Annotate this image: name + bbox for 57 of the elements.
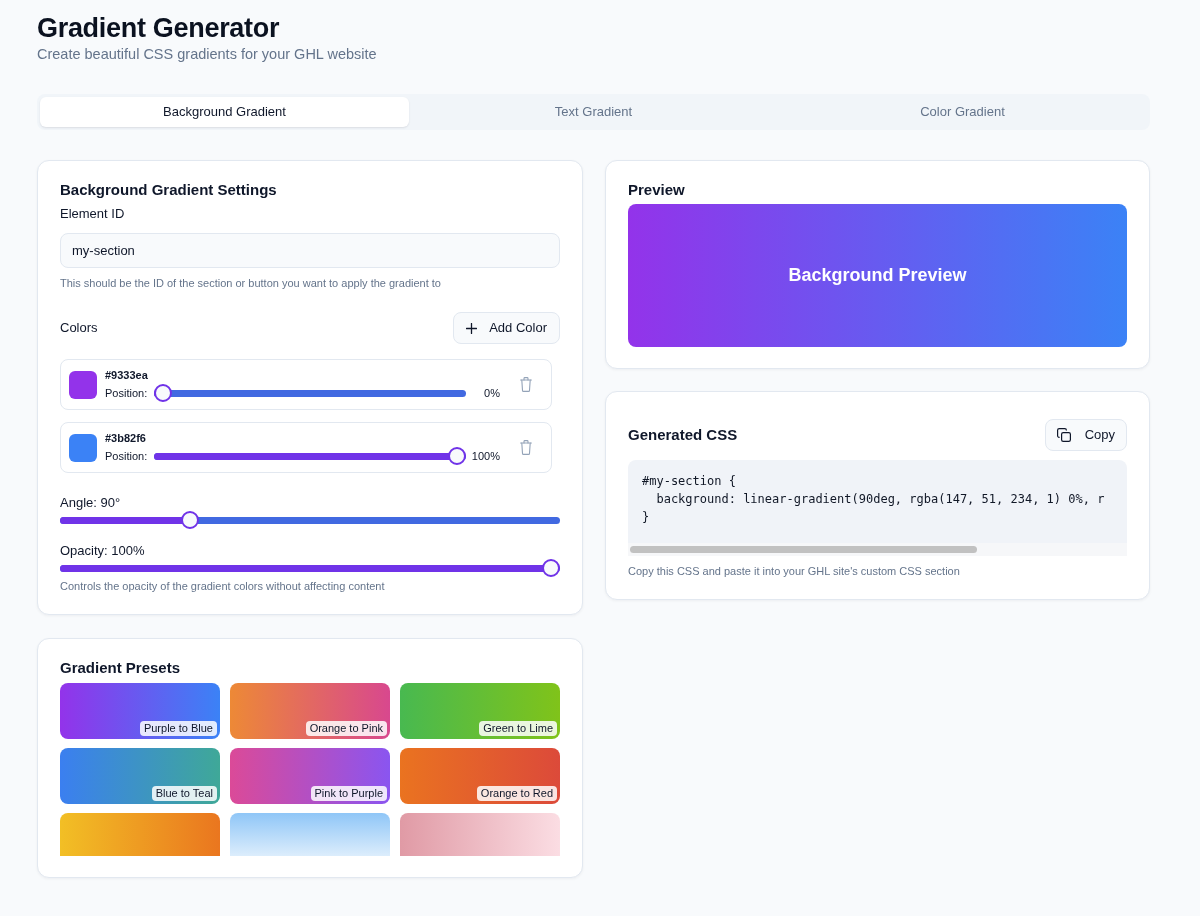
preset-tile[interactable]: Orange to Pink: [230, 683, 390, 739]
angle-slider[interactable]: [60, 511, 560, 529]
preset-tile[interactable]: Pink to Purple: [230, 748, 390, 804]
copy-button[interactable]: Copy: [1044, 419, 1127, 451]
position-slider[interactable]: [154, 446, 466, 465]
preset-tile[interactable]: Green to Lime: [400, 683, 560, 739]
page-subtitle: Create beautiful CSS gradients for your GHL website: [37, 45, 378, 63]
preset-name: Orange to Red: [476, 786, 557, 801]
slider-thumb[interactable]: [180, 511, 199, 529]
card-title: Generated CSS: [628, 426, 738, 444]
tab[interactable]: Text Gradient: [409, 97, 778, 127]
preset-name: Green to Lime: [479, 721, 557, 736]
element-id-input[interactable]: my-section: [60, 233, 560, 268]
horizontal-scrollbar[interactable]: [628, 543, 1127, 556]
slider-thumb[interactable]: [447, 446, 466, 465]
help-text: This should be the ID of the section or button you want to apply the gradient to: [60, 276, 442, 290]
position-label: Position:: [105, 448, 148, 463]
color-swatch-icon[interactable]: [69, 370, 97, 399]
preset-name: Blue to Teal: [151, 786, 217, 801]
add-color-button[interactable]: Add Color: [453, 312, 560, 344]
field-label: Element ID: [60, 205, 126, 223]
position-label: Position:: [105, 385, 148, 400]
color-swatch-icon[interactable]: [69, 433, 97, 462]
position-value: 0%: [483, 385, 500, 400]
opacity-slider[interactable]: [60, 559, 560, 577]
preset-name: Orange to Pink: [305, 721, 387, 736]
css-code: #my-section { background: linear-gradient(90deg, rgba(147, 51, 234, 1) 0%, r }: [628, 460, 1127, 543]
help-text: Controls the opacity of the gradient colors without affecting content: [60, 579, 386, 593]
colors-label: Colors: [60, 319, 98, 338]
card-title: Gradient Presets: [60, 659, 182, 677]
card-title: Preview: [628, 181, 686, 199]
position-value: 100%: [471, 448, 500, 463]
preset-name: Purple to Blue: [139, 721, 217, 736]
page-title: Gradient Generator: [37, 12, 281, 45]
help-text: Copy this CSS and paste it into your GHL site's custom CSS section: [628, 564, 961, 578]
tab[interactable]: Color Gradient: [778, 97, 1147, 127]
angle-label: Angle: 90°: [60, 495, 122, 511]
hex-value: #3b82f6: [105, 430, 146, 445]
tab[interactable]: Background Gradient: [40, 97, 409, 127]
preset-tile[interactable]: [60, 813, 220, 856]
slider-thumb[interactable]: [542, 559, 560, 577]
preview-text: Background Preview: [788, 264, 967, 287]
preset-tile[interactable]: Orange to Red: [400, 748, 560, 804]
preset-tile[interactable]: Purple to Blue: [60, 683, 220, 739]
opacity-label: Opacity: 100%: [60, 543, 146, 559]
plus-icon: [466, 322, 478, 334]
hex-value: #9333ea: [105, 367, 148, 382]
copy-icon: [1056, 428, 1071, 442]
position-slider[interactable]: [154, 383, 466, 402]
slider-thumb[interactable]: [154, 383, 173, 402]
preset-tile[interactable]: Blue to Teal: [60, 748, 220, 804]
card-title: Background Gradient Settings: [60, 181, 278, 199]
preset-name: Pink to Purple: [310, 786, 387, 801]
trash-icon[interactable]: [520, 440, 532, 455]
trash-icon[interactable]: [520, 377, 532, 392]
preset-tile[interactable]: [400, 813, 560, 856]
preset-tile[interactable]: [230, 813, 390, 856]
